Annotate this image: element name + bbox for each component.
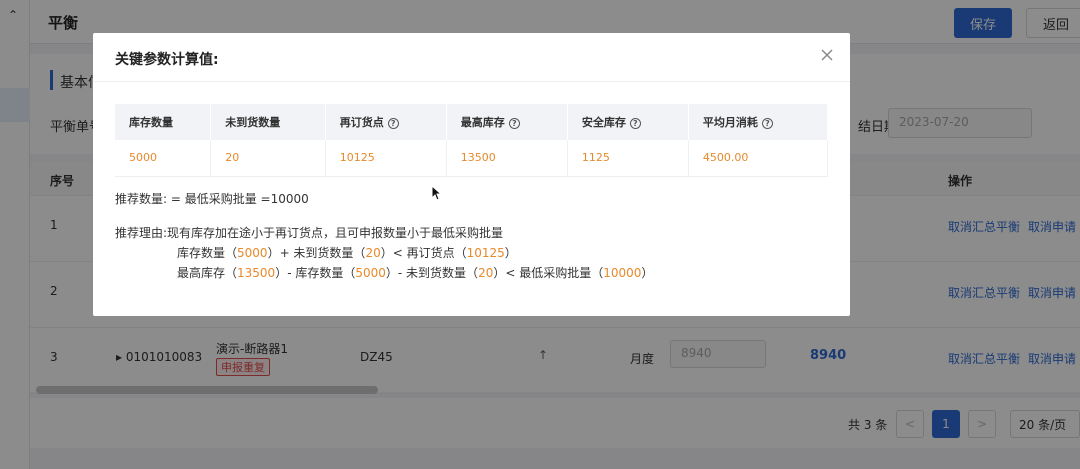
value-stock-qty: 5000 (115, 140, 212, 177)
params-header-row: 库存数量 未到货数量 再订货点? 最高库存? 安全库存? 平均月消耗? (115, 104, 829, 140)
col-avg-monthly: 平均月消耗? (688, 104, 829, 140)
value-max-stock: 13500 (446, 140, 568, 177)
modal-title: 关键参数计算值: (115, 52, 219, 68)
reason-label: 推荐理由: (115, 226, 168, 240)
reason-formula-2: 最高库存（13500）- 库存数量（5000）- 未到货数量（20）< 最低采购… (177, 266, 654, 280)
value-safety-stock: 1125 (567, 140, 689, 177)
help-icon[interactable]: ? (629, 117, 641, 129)
value-reorder-point: 10125 (325, 140, 447, 177)
key-params-modal: 关键参数计算值: 库存数量 未到货数量 再订货点? 最高库存? 安全库存? 平均… (93, 33, 850, 316)
help-icon[interactable]: ? (387, 117, 399, 129)
col-incoming-qty: 未到货数量 (210, 104, 326, 140)
reason-formula-1: 库存数量（5000）+ 未到货数量（20）< 再订货点（10125） (177, 246, 517, 260)
recommend-reason: 推荐理由:现有库存加在途小于再订货点，且可申报数量小于最低采购批量 库存数量（5… (115, 223, 653, 283)
help-icon[interactable]: ? (761, 117, 773, 129)
col-safety-stock: 安全库存? (567, 104, 689, 140)
value-incoming-qty: 20 (210, 140, 326, 177)
col-reorder-point: 再订货点? (325, 104, 447, 140)
params-value-row: 5000 20 10125 13500 1125 4500.00 (115, 140, 829, 177)
help-icon[interactable]: ? (508, 117, 520, 129)
close-icon[interactable] (817, 45, 837, 65)
recommend-text: = 最低采购批量 =10000 (170, 192, 309, 206)
recommend-qty-line: 推荐数量: = 最低采购批量 =10000 (115, 190, 309, 207)
col-max-stock: 最高库存? (446, 104, 568, 140)
mouse-cursor-icon (431, 185, 443, 201)
modal-divider (93, 81, 850, 82)
value-avg-monthly: 4500.00 (688, 140, 829, 177)
reason-text: 现有库存加在途小于再订货点，且可申报数量小于最低采购批量 (167, 226, 504, 240)
params-table: 库存数量 未到货数量 再订货点? 最高库存? 安全库存? 平均月消耗? 5000… (115, 104, 829, 177)
recommend-label: 推荐数量: (115, 192, 168, 206)
col-stock-qty: 库存数量 (115, 104, 212, 140)
